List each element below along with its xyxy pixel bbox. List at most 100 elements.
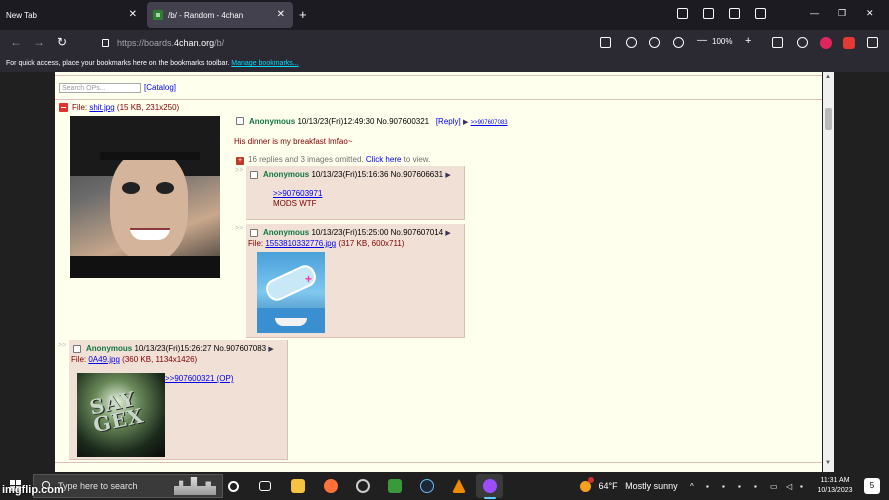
scroll-down-icon[interactable]: ▼: [825, 460, 831, 466]
steam-icon[interactable]: [420, 479, 434, 493]
file-label: File:: [71, 355, 89, 364]
op-image-thumbnail[interactable]: [70, 116, 220, 278]
task-view-icon[interactable]: [259, 481, 271, 491]
tab-new-tab[interactable]: New Tab ✕: [0, 2, 145, 28]
extension-icon[interactable]: [772, 37, 783, 48]
reply-arrows: >>: [58, 342, 67, 349]
menu-icon[interactable]: [867, 37, 878, 48]
op-select-checkbox[interactable]: [236, 117, 244, 125]
op-file-info: File: shit.jpg (15 KB, 231x250): [72, 103, 179, 112]
reload-icon[interactable]: ↻: [57, 35, 67, 49]
reply-file-link[interactable]: 0A49.jpg: [88, 355, 120, 364]
backlink[interactable]: >>907607083: [471, 120, 508, 126]
temperature: 64°F: [598, 481, 618, 491]
notification-center-icon[interactable]: 5: [864, 478, 880, 494]
vlc-icon[interactable]: [452, 479, 466, 493]
post-menu-icon[interactable]: ▶: [463, 119, 468, 126]
reply-comment: >>907603971 MODS WTF: [273, 189, 322, 209]
reply-link[interactable]: [Reply]: [436, 117, 461, 126]
scroll-thumb[interactable]: [825, 108, 832, 130]
tray-app-icon[interactable]: ▪: [738, 482, 741, 491]
tray-app-icon[interactable]: ▪: [800, 482, 803, 491]
network-icon[interactable]: ▭: [770, 482, 778, 491]
hide-thread-icon[interactable]: [59, 103, 68, 112]
gear-icon[interactable]: [649, 37, 660, 48]
scroll-up-icon[interactable]: ▲: [825, 74, 831, 80]
reply-select-checkbox[interactable]: [73, 345, 81, 353]
page-scrollbar[interactable]: ▲ ▼: [823, 72, 834, 472]
navigation-bar: ← → ↻ https://boards. 4chan.org/b/ — 100%…: [0, 30, 889, 56]
window-close-icon[interactable]: ✕: [866, 8, 874, 19]
quote-link[interactable]: >>907603971: [273, 189, 322, 198]
manage-bookmarks-link[interactable]: Manage bookmarks...: [231, 60, 298, 67]
red-extension-icon[interactable]: [820, 37, 832, 49]
url-bar[interactable]: https://boards. 4chan.org/b/: [76, 33, 580, 53]
quote-link[interactable]: >>907600321 (OP): [165, 374, 234, 383]
volume-icon[interactable]: ◁: [786, 482, 792, 491]
back-icon[interactable]: ←: [10, 35, 22, 49]
tor-browser-icon[interactable]: [483, 479, 497, 493]
tray-app-icon[interactable]: ▪: [706, 482, 709, 491]
forward-icon[interactable]: →: [33, 35, 45, 49]
tab-title: New Tab: [6, 10, 37, 20]
search-ops-input[interactable]: Search OPs...: [59, 83, 141, 93]
expand-thread-icon[interactable]: +: [236, 157, 244, 165]
downloads-icon[interactable]: [677, 8, 688, 19]
tray-chevron-icon[interactable]: ^: [690, 482, 694, 491]
tray-app-icon[interactable]: ▪: [722, 482, 725, 491]
firefox-icon[interactable]: [324, 479, 338, 493]
collections-icon[interactable]: [703, 8, 714, 19]
tab-4chan-b[interactable]: /b/ - Random - 4chan ✕: [147, 2, 293, 28]
reply-image-thumbnail[interactable]: +: [257, 252, 325, 333]
reply-header: Anonymous 10/13/23(Fri)15:26:27 No.90760…: [86, 344, 274, 353]
tab-list-icon[interactable]: [755, 8, 766, 19]
minecraft-icon[interactable]: [388, 479, 402, 493]
poster-name: Anonymous: [249, 117, 296, 126]
folder-icon[interactable]: [729, 8, 740, 19]
system-clock[interactable]: 11:31 AM 10/13/2023: [812, 476, 858, 496]
op-post-header: Anonymous 10/13/23(Fri)12:49:30 No.90760…: [249, 117, 508, 126]
reply-image-thumbnail[interactable]: SAY GEX: [77, 373, 165, 457]
post-number[interactable]: No.907600321: [377, 117, 430, 126]
reply-select-checkbox[interactable]: [250, 171, 258, 179]
zoom-level[interactable]: 100%: [712, 37, 732, 46]
reply-file-info: File: 1553810332776.jpg (317 KB, 600x711…: [248, 239, 404, 248]
catalog-label[interactable]: [Catalog]: [144, 83, 176, 92]
tray-app-icon[interactable]: ▪: [754, 482, 757, 491]
search-highlight-image: [174, 477, 216, 495]
op-file-link[interactable]: shit.jpg: [89, 103, 114, 112]
click-here-link[interactable]: Click here: [366, 155, 402, 164]
post-menu-icon[interactable]: ▶: [445, 172, 450, 179]
lock-icon: [102, 39, 109, 47]
weather-widget[interactable]: 64°F Mostly sunny: [580, 477, 678, 493]
post-number[interactable]: No.907606631: [391, 170, 444, 179]
zoom-in-icon[interactable]: +: [745, 35, 751, 47]
bookmark-star-icon[interactable]: [600, 37, 611, 48]
reply-select-checkbox[interactable]: [250, 229, 258, 237]
zoom-out-icon[interactable]: —: [697, 35, 707, 46]
close-tab-icon[interactable]: ✕: [277, 9, 285, 20]
new-tab-plus-icon[interactable]: +: [299, 7, 307, 22]
file-explorer-icon[interactable]: [291, 479, 305, 493]
weather-condition: Mostly sunny: [625, 481, 678, 491]
post-menu-icon[interactable]: ▶: [268, 346, 273, 353]
post-datetime: 10/13/23(Fri)12:49:30: [297, 117, 375, 126]
mask-icon[interactable]: [673, 37, 684, 48]
close-tab-icon[interactable]: ✕: [129, 9, 137, 20]
post-number[interactable]: No.907607014: [391, 228, 444, 237]
chrome-icon[interactable]: [356, 479, 370, 493]
shield-icon[interactable]: [626, 37, 637, 48]
post-number[interactable]: No.907607083: [214, 344, 267, 353]
adblock-icon[interactable]: [843, 37, 855, 49]
omitted-text: 16 replies and 3 images omitted.: [248, 155, 364, 164]
cortana-icon[interactable]: [228, 481, 239, 492]
reply-file-link[interactable]: 1553810332776.jpg: [265, 239, 336, 248]
poster-name: Anonymous: [86, 344, 133, 353]
minimize-icon[interactable]: —: [810, 8, 819, 18]
tab-title: /b/ - Random - 4chan: [168, 10, 244, 20]
omitted-notice: +16 replies and 3 images omitted. Click …: [236, 155, 430, 165]
sync-icon[interactable]: [797, 37, 808, 48]
maximize-icon[interactable]: ❐: [838, 8, 846, 19]
catalog-link[interactable]: [Catalog]: [144, 83, 176, 92]
post-menu-icon[interactable]: ▶: [445, 230, 450, 237]
